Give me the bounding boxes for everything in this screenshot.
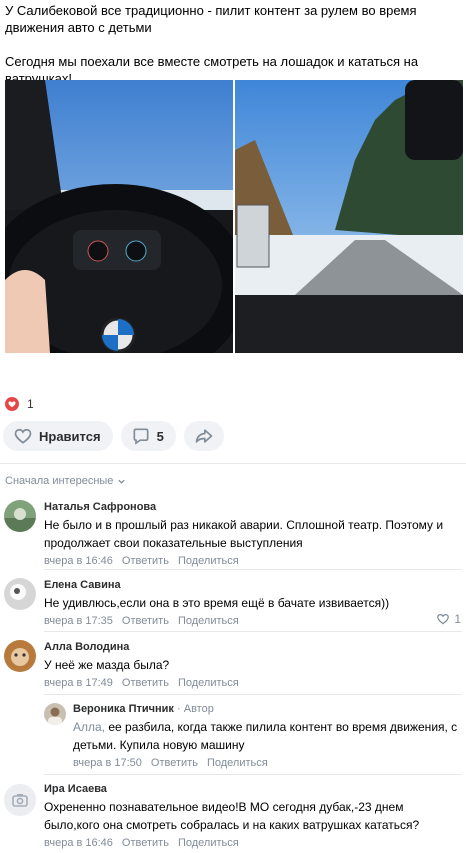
- post-paragraph-1: У Салибековой все традиционно - пилит ко…: [5, 3, 417, 35]
- post-actions: Нравится 5: [3, 421, 224, 451]
- photo-road[interactable]: [235, 80, 463, 353]
- comment-divider: [44, 774, 462, 775]
- comments-button[interactable]: 5: [120, 421, 176, 451]
- likes-summary[interactable]: 1: [5, 396, 34, 412]
- share-link[interactable]: Поделиться: [178, 837, 239, 849]
- avatar[interactable]: [4, 578, 36, 610]
- author-role: · Автор: [173, 703, 214, 715]
- comment-divider: [44, 631, 462, 632]
- comment-like-count: 1: [454, 612, 461, 626]
- comment-text: Не удивлюсь,если она в это время ещё в б…: [44, 596, 390, 610]
- comment-icon: [133, 428, 149, 445]
- share-link[interactable]: Поделиться: [178, 555, 239, 567]
- comment-time[interactable]: вчера в 16:46: [44, 555, 113, 567]
- reply-link[interactable]: Ответить: [122, 555, 169, 567]
- reply-link[interactable]: Ответить: [122, 677, 169, 689]
- like-button[interactable]: Нравится: [3, 421, 113, 451]
- comment-text: Не было и в прошлый раз никакой аварии. …: [44, 518, 444, 550]
- avatar[interactable]: [4, 784, 36, 816]
- reply-link[interactable]: Ответить: [122, 615, 169, 627]
- share-link[interactable]: Поделиться: [207, 757, 268, 769]
- comment-like-button[interactable]: 1: [436, 612, 461, 626]
- comment-text-body: ее разбила, когда также пилила контент в…: [73, 720, 458, 752]
- share-link[interactable]: Поделиться: [178, 615, 239, 627]
- comment-text: Алла, ее разбила, когда также пилила кон…: [73, 718, 462, 754]
- sort-label: Сначала интересные: [5, 475, 114, 487]
- likes-count: 1: [27, 397, 34, 411]
- avatar[interactable]: [4, 500, 36, 532]
- camera-icon: [4, 784, 36, 816]
- post-photos: [5, 80, 463, 353]
- author-name[interactable]: Вероника Птичник: [73, 703, 174, 715]
- comment: Елена Савина Не удивлюсь,если она в это …: [0, 576, 466, 632]
- reply-link[interactable]: Ответить: [151, 757, 198, 769]
- reply-link[interactable]: Ответить: [122, 837, 169, 849]
- share-icon: [195, 429, 213, 443]
- comment-divider: [44, 569, 462, 570]
- comment-time[interactable]: вчера в 16:46: [44, 837, 113, 849]
- chevron-down-icon: [118, 479, 126, 484]
- comment-divider: [44, 694, 462, 695]
- comment-reply: Вероника Птичник · Автор Алла, ее разбил…: [0, 700, 466, 775]
- heart-icon: [5, 397, 19, 411]
- like-button-label: Нравится: [39, 428, 101, 444]
- heart-outline-icon: [14, 428, 32, 444]
- comment-author[interactable]: Наталья Сафронова: [44, 500, 462, 514]
- comment-text: Охрененно познавательное видео!В МО сего…: [44, 800, 420, 832]
- share-link[interactable]: Поделиться: [178, 677, 239, 689]
- comment: Ира Исаева Охрененно познавательное виде…: [0, 782, 466, 849]
- avatar[interactable]: [44, 703, 66, 725]
- heart-outline-icon: [437, 613, 450, 625]
- comment-author[interactable]: Ира Исаева: [44, 782, 462, 796]
- reply-addressee[interactable]: Алла,: [73, 720, 105, 734]
- comment-time[interactable]: вчера в 17:35: [44, 615, 113, 627]
- comments-count: 5: [156, 428, 164, 444]
- avatar[interactable]: [4, 640, 36, 672]
- comment-author[interactable]: Алла Володина: [44, 640, 462, 654]
- share-button[interactable]: [183, 421, 224, 451]
- comment: Алла Володина У неё же мазда была? вчера…: [0, 638, 466, 695]
- comment-time[interactable]: вчера в 17:49: [44, 677, 113, 689]
- comment-text: У неё же мазда была?: [44, 658, 170, 672]
- post-divider: [0, 463, 466, 464]
- comment: Наталья Сафронова Не было и в прошлый ра…: [0, 498, 466, 570]
- comment-author[interactable]: Вероника Птичник · Автор: [73, 702, 462, 716]
- comments-sort[interactable]: Сначала интересные: [5, 475, 126, 487]
- comment-time[interactable]: вчера в 17:50: [73, 757, 142, 769]
- post-text: У Салибековой все традиционно - пилит ко…: [5, 2, 461, 87]
- photo-steering-wheel[interactable]: [5, 80, 233, 353]
- comment-author[interactable]: Елена Савина: [44, 578, 434, 592]
